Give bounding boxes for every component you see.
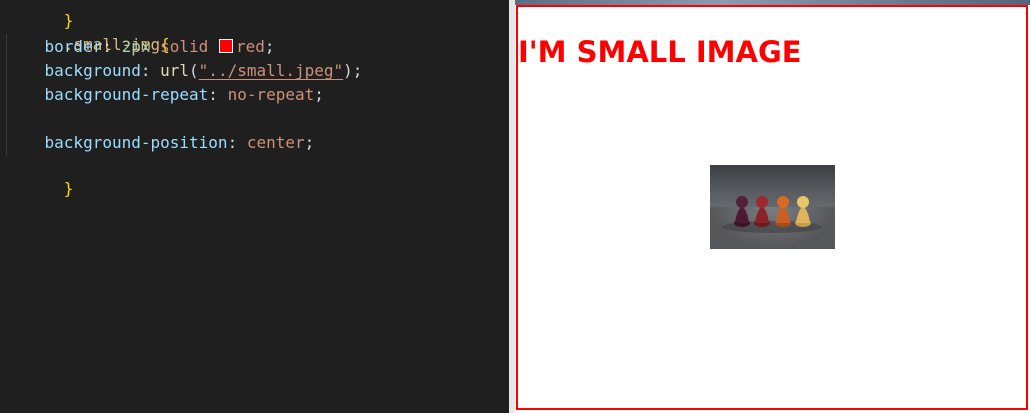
code-line-border: border: 2px solid red; <box>44 37 275 56</box>
code-line-close: } <box>6 156 74 198</box>
color-swatch[interactable] <box>218 39 233 53</box>
code-line-background-position: background-position: center; <box>44 133 315 152</box>
value-red: red <box>235 37 265 56</box>
value-2px: 2px <box>121 37 151 56</box>
code-line-0: } <box>6 0 74 30</box>
value-no-repeat: no-repeat <box>227 85 315 104</box>
url-link[interactable]: "../small.jpeg" <box>199 61 344 80</box>
value-solid: solid <box>160 37 209 56</box>
closing-brace: } <box>63 179 74 198</box>
prop-background: background <box>44 61 141 80</box>
screen: } .small-img{ border: 2px solid red; bac… <box>0 0 1030 413</box>
prop-border: border <box>44 37 103 56</box>
prop-background-repeat: background-repeat <box>44 85 209 104</box>
pawns-photo-icon <box>710 165 835 249</box>
code-line-background-repeat: background-repeat: no-repeat; <box>44 85 324 104</box>
small-img-box: I'M SMALL IMAGE <box>516 5 1028 410</box>
code-line-background: background: url("../small.jpeg"); <box>44 61 363 80</box>
code-line-selector: .small-img{ <box>6 12 170 54</box>
page-heading: I'M SMALL IMAGE <box>518 35 802 69</box>
value-center: center <box>246 133 305 152</box>
prop-background-position: background-position <box>44 133 228 152</box>
func-url: url <box>160 61 190 80</box>
code-editor[interactable]: } .small-img{ border: 2px solid red; bac… <box>0 0 509 413</box>
browser-preview: I'M SMALL IMAGE <box>515 0 1030 413</box>
pawns-figure <box>722 196 822 233</box>
